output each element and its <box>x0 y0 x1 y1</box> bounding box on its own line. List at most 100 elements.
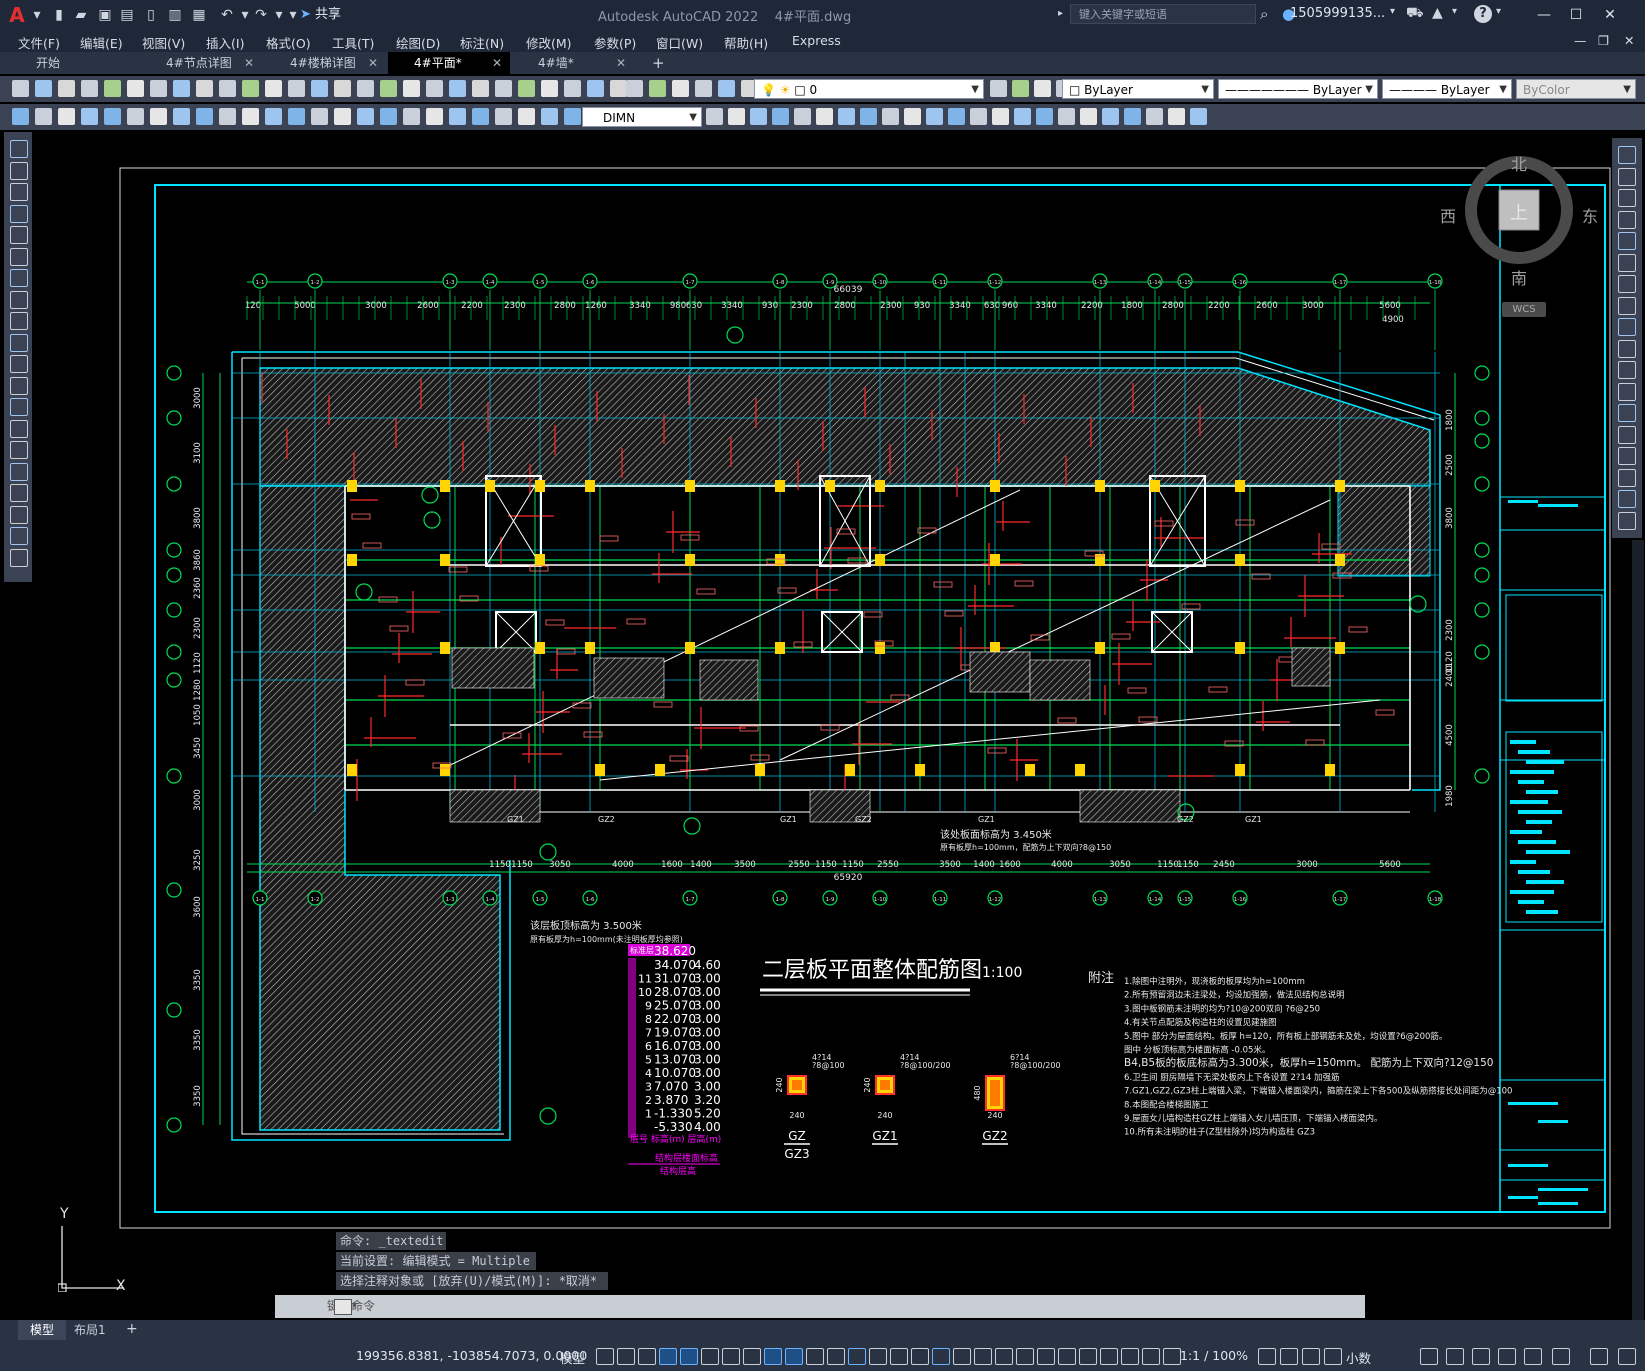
doc-minimize-icon[interactable]: — <box>1574 33 1587 48</box>
rectangle-icon[interactable] <box>10 226 28 244</box>
object-track-icon[interactable] <box>743 1348 761 1365</box>
break-icon[interactable] <box>1618 404 1636 422</box>
command-input[interactable]: 键入命令 <box>275 1295 1365 1318</box>
point-icon[interactable] <box>10 419 28 438</box>
stretch-icon[interactable] <box>1618 318 1636 336</box>
tab-close-icon[interactable]: ✕ <box>368 52 378 74</box>
add-layout-icon[interactable]: + <box>126 1321 138 1337</box>
zoom-window-icon[interactable] <box>334 80 351 97</box>
dim-break-icon[interactable] <box>288 108 305 125</box>
menu-express[interactable]: Express <box>792 33 841 48</box>
inspect-icon[interactable] <box>357 108 374 125</box>
polar-icon[interactable] <box>1446 1348 1464 1365</box>
dim-aligned-icon[interactable] <box>706 108 723 125</box>
transparency-icon[interactable] <box>1590 1348 1608 1365</box>
dynamic-input-icon[interactable] <box>1324 1348 1342 1365</box>
preview-icon[interactable] <box>104 80 121 97</box>
customize-icon[interactable] <box>1163 1348 1181 1365</box>
add-selected-icon[interactable] <box>10 548 28 567</box>
block-icon[interactable] <box>449 108 466 125</box>
match-icon[interactable] <box>1012 80 1029 97</box>
cad-drawing[interactable]: 66039 120 5000 3000 2600 2200 2300 2800 1260 3340… <box>0 132 1612 1327</box>
open-web-icon[interactable]: ▯ <box>142 6 160 24</box>
new-tab-icon[interactable]: + <box>652 54 665 72</box>
cut-icon[interactable] <box>718 80 735 97</box>
maximize-icon[interactable]: ☐ <box>1562 4 1590 26</box>
lineweight-icon[interactable] <box>785 1348 803 1365</box>
search-icon[interactable]: ⌕ <box>1260 5 1268 23</box>
layer-combo[interactable]: 💡 ☀ □ 0 ▼ <box>754 79 984 99</box>
help-icon[interactable]: ? <box>1474 5 1492 23</box>
plot-icon[interactable] <box>81 80 98 97</box>
search-input[interactable]: 键入关键字或短语 <box>1070 4 1256 24</box>
viewcube-east[interactable]: 东 <box>1582 203 1598 227</box>
lineweight-icon[interactable] <box>1552 1348 1570 1365</box>
ortho-icon[interactable] <box>1420 1348 1438 1365</box>
block-icon[interactable] <box>1102 108 1119 125</box>
layout-tab-model[interactable]: 模型 <box>18 1320 67 1340</box>
quick-dim-icon[interactable] <box>860 108 877 125</box>
continue-icon[interactable] <box>904 108 921 125</box>
new-icon[interactable] <box>12 80 29 97</box>
tab-start[interactable]: 开始 <box>10 52 138 74</box>
hatch-icon[interactable] <box>1190 108 1207 125</box>
quick-properties-icon[interactable] <box>1058 1348 1076 1365</box>
units-button[interactable]: 小数 <box>1346 1348 1371 1367</box>
plot-icon[interactable]: ▦ <box>190 6 208 24</box>
copy-icon[interactable] <box>173 80 190 97</box>
menu-tools[interactable]: 工具(T) <box>332 33 374 52</box>
tool-palette-icon[interactable] <box>426 80 443 97</box>
tab-floor-plan[interactable]: 4#平面* ✕ <box>388 52 510 74</box>
infer-icon[interactable] <box>1302 1348 1320 1365</box>
dynamic-ucs-icon[interactable] <box>869 1348 887 1365</box>
user-dropdown-icon[interactable]: ▾ <box>1390 6 1395 17</box>
autoscale-icon[interactable] <box>953 1348 971 1365</box>
viewcube[interactable]: 北 南 西 东 上 <box>1440 155 1598 288</box>
tab-stair-detail[interactable]: 4#楼梯详图 ✕ <box>264 52 386 74</box>
lineweight-combo[interactable]: ———— ByLayer ▼ <box>1382 79 1512 99</box>
snap-icon[interactable] <box>617 1348 635 1365</box>
snap-icon[interactable] <box>1280 1348 1298 1365</box>
annotation-visibility-icon[interactable] <box>932 1348 950 1365</box>
join-icon[interactable] <box>1618 425 1636 444</box>
layer-icon[interactable] <box>541 80 558 97</box>
dim-linear-icon[interactable] <box>12 108 29 125</box>
insert-icon[interactable] <box>1124 108 1141 125</box>
tab-close-icon[interactable]: ✕ <box>244 52 254 74</box>
doc-restore-icon[interactable]: ❐ <box>1598 33 1609 48</box>
open-icon[interactable] <box>610 80 627 97</box>
polyline-icon[interactable] <box>10 183 28 201</box>
undo-icon[interactable] <box>1034 80 1051 97</box>
dim-angular-icon[interactable] <box>838 108 855 125</box>
menu-format[interactable]: 格式(O) <box>266 33 311 52</box>
menu-parametric[interactable]: 参数(P) <box>594 33 636 52</box>
tolerance-icon[interactable] <box>970 108 987 125</box>
transparency-icon[interactable] <box>806 1348 824 1365</box>
dim-space-icon[interactable] <box>926 108 943 125</box>
center-mark-icon[interactable] <box>992 108 1009 125</box>
chevron-down-icon[interactable]: ▾ <box>352 1300 357 1311</box>
command-prompt-icon[interactable] <box>334 1299 352 1315</box>
object-track-icon[interactable] <box>1498 1348 1516 1365</box>
menu-edit[interactable]: 编辑(E) <box>80 33 123 52</box>
publish-icon[interactable] <box>695 80 712 97</box>
xline-icon[interactable] <box>10 161 28 180</box>
zoom-icon[interactable] <box>311 80 328 97</box>
dimstyle-combo[interactable]: DIMN ▼ <box>582 107 702 127</box>
open-icon[interactable] <box>35 80 52 97</box>
paste-icon[interactable] <box>196 80 213 97</box>
attribute-icon[interactable] <box>1146 108 1163 125</box>
save-icon[interactable]: ▣ <box>96 6 114 24</box>
save-web-icon[interactable]: ▥ <box>166 6 184 24</box>
polar-icon[interactable] <box>701 1348 719 1365</box>
zoom-previous-icon[interactable] <box>357 80 374 97</box>
dim-diameter-icon[interactable] <box>816 108 833 125</box>
redo-icon[interactable] <box>265 80 282 97</box>
copy-icon[interactable] <box>1618 167 1636 186</box>
undo-icon[interactable]: ↶ <box>218 6 236 24</box>
help-dropdown-icon[interactable]: ▾ <box>1496 6 1501 17</box>
blend-icon[interactable] <box>1618 490 1636 508</box>
selection-filter-icon[interactable] <box>890 1348 908 1365</box>
tab-node-detail[interactable]: 4#节点详图 ✕ <box>140 52 262 74</box>
tab-close-icon[interactable]: ✕ <box>492 52 502 74</box>
